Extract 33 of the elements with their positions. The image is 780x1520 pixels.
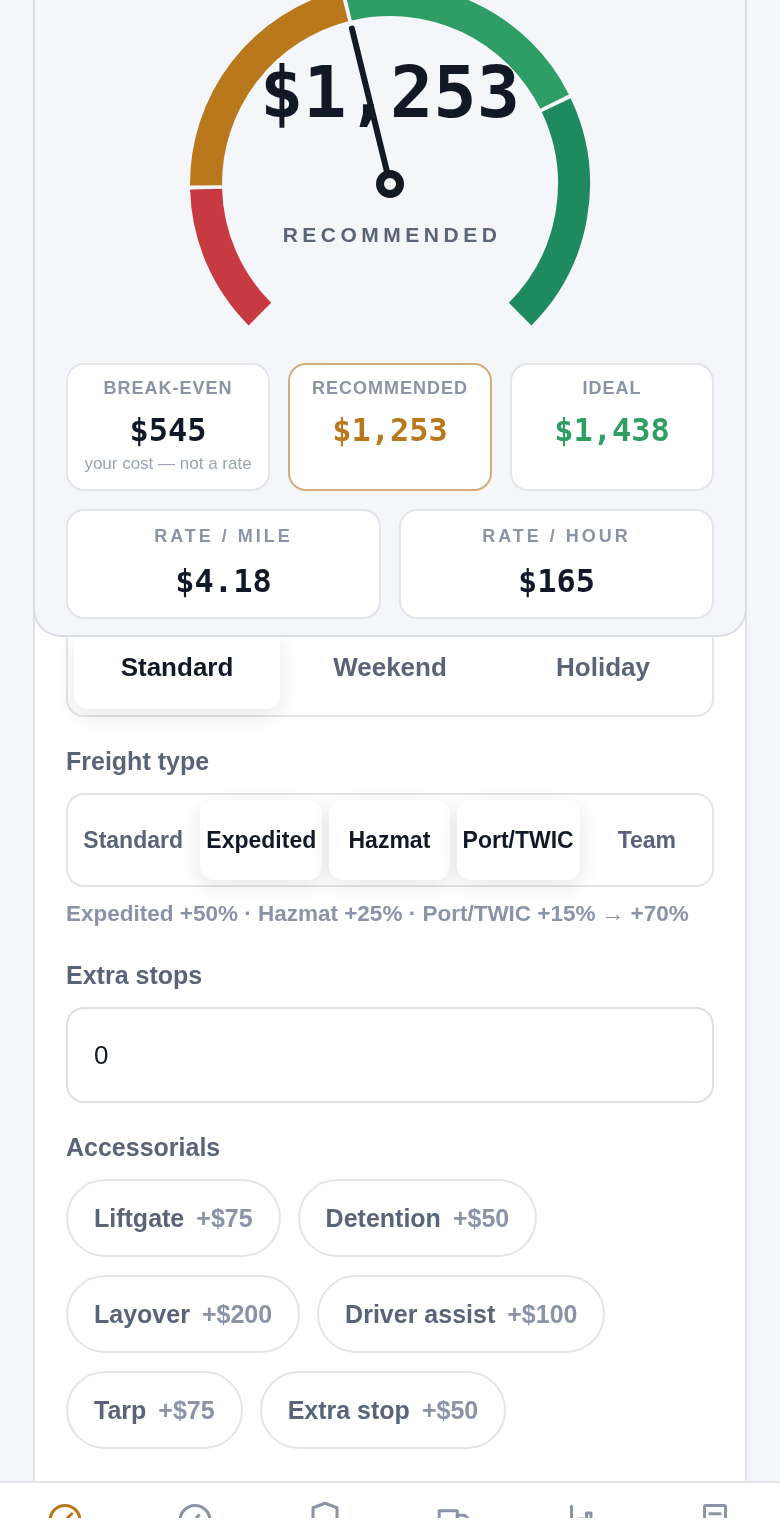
freight-type-option[interactable]: Hazmat <box>329 800 450 880</box>
rate-label: RATE / MILE <box>154 525 293 547</box>
freight-type-option[interactable]: Standard <box>73 800 194 880</box>
rate-label: RATE / HOUR <box>482 525 631 547</box>
freight-type-option[interactable]: Expedited <box>200 800 323 880</box>
accessorial-chip[interactable]: Driver assist +$100 <box>317 1275 606 1353</box>
rate-day-option[interactable]: Holiday <box>500 637 706 709</box>
stat-label: BREAK-EVEN <box>103 377 233 399</box>
rate-value: $4.18 <box>175 562 272 600</box>
field-label: Extra stops <box>66 960 204 990</box>
gauge-label: RECOMMENDED <box>282 223 502 246</box>
accessorial-chip[interactable]: Tarp +$75 <box>66 1371 243 1449</box>
stat-note: your cost — not a rate <box>84 454 252 474</box>
dial-icon[interactable] <box>177 1501 213 1518</box>
stat-value: $1,253 <box>332 411 448 449</box>
stat-label: IDEAL <box>582 377 642 399</box>
rate-day-option[interactable]: Weekend <box>287 637 493 709</box>
surcharge-summary: Expedited +50% · Hazmat +25% · Port/TWIC +15% → +70% <box>66 900 690 928</box>
gauge-icon[interactable] <box>47 1501 83 1518</box>
stat-value: $1,438 <box>554 411 670 449</box>
field-label: Freight type <box>66 746 211 776</box>
accessorial-chip[interactable]: Liftgate +$75 <box>66 1179 281 1257</box>
rate-day-option[interactable]: Standard <box>74 637 280 709</box>
accessorial-chip[interactable]: Layover +$200 <box>66 1275 301 1353</box>
freight-type-option[interactable]: Team <box>586 800 707 880</box>
stat-value: $545 <box>129 411 207 449</box>
field-label: Accessorials <box>66 1132 222 1162</box>
stat-label: RECOMMENDED <box>312 377 468 399</box>
accessorial-chip[interactable]: Detention +$50 <box>297 1179 538 1257</box>
freight-type-option[interactable]: Port/TWIC <box>456 800 580 880</box>
extra-stops-field[interactable]: 0 <box>66 1007 714 1103</box>
rate-value: $165 <box>517 562 596 600</box>
accessorial-chip[interactable]: Extra stop +$50 <box>259 1371 507 1449</box>
